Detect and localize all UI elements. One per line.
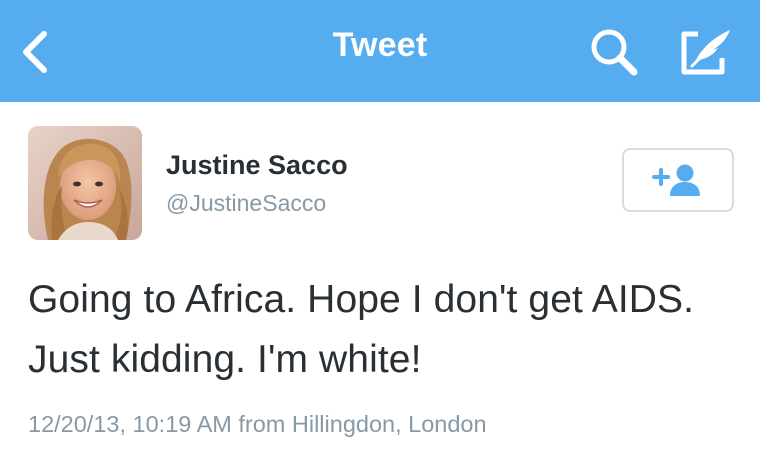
- search-button[interactable]: [586, 24, 642, 80]
- tweet-metadata: 12/20/13, 10:19 AM from Hillingdon, Lond…: [28, 411, 487, 438]
- compose-quill-icon: [681, 30, 730, 75]
- tweet-text: Going to Africa. Hope I don't get AIDS. …: [28, 278, 695, 381]
- top-navigation-bar: Tweet: [0, 0, 760, 102]
- avatar[interactable]: [28, 126, 142, 240]
- compose-tweet-button[interactable]: [676, 24, 736, 80]
- author-name[interactable]: Justine Sacco: [166, 150, 348, 181]
- add-user-icon: [652, 164, 700, 196]
- search-icon: [591, 29, 638, 76]
- author-handle[interactable]: @JustineSacco: [166, 190, 326, 217]
- tweet-timestamp[interactable]: 12/20/13, 10:19 AM: [28, 411, 232, 437]
- follow-button[interactable]: [622, 148, 734, 212]
- tweet-location[interactable]: Hillingdon, London: [292, 411, 487, 437]
- profile-photo: [28, 126, 142, 240]
- page-title: Tweet: [332, 26, 428, 64]
- from-label: from: [238, 411, 286, 437]
